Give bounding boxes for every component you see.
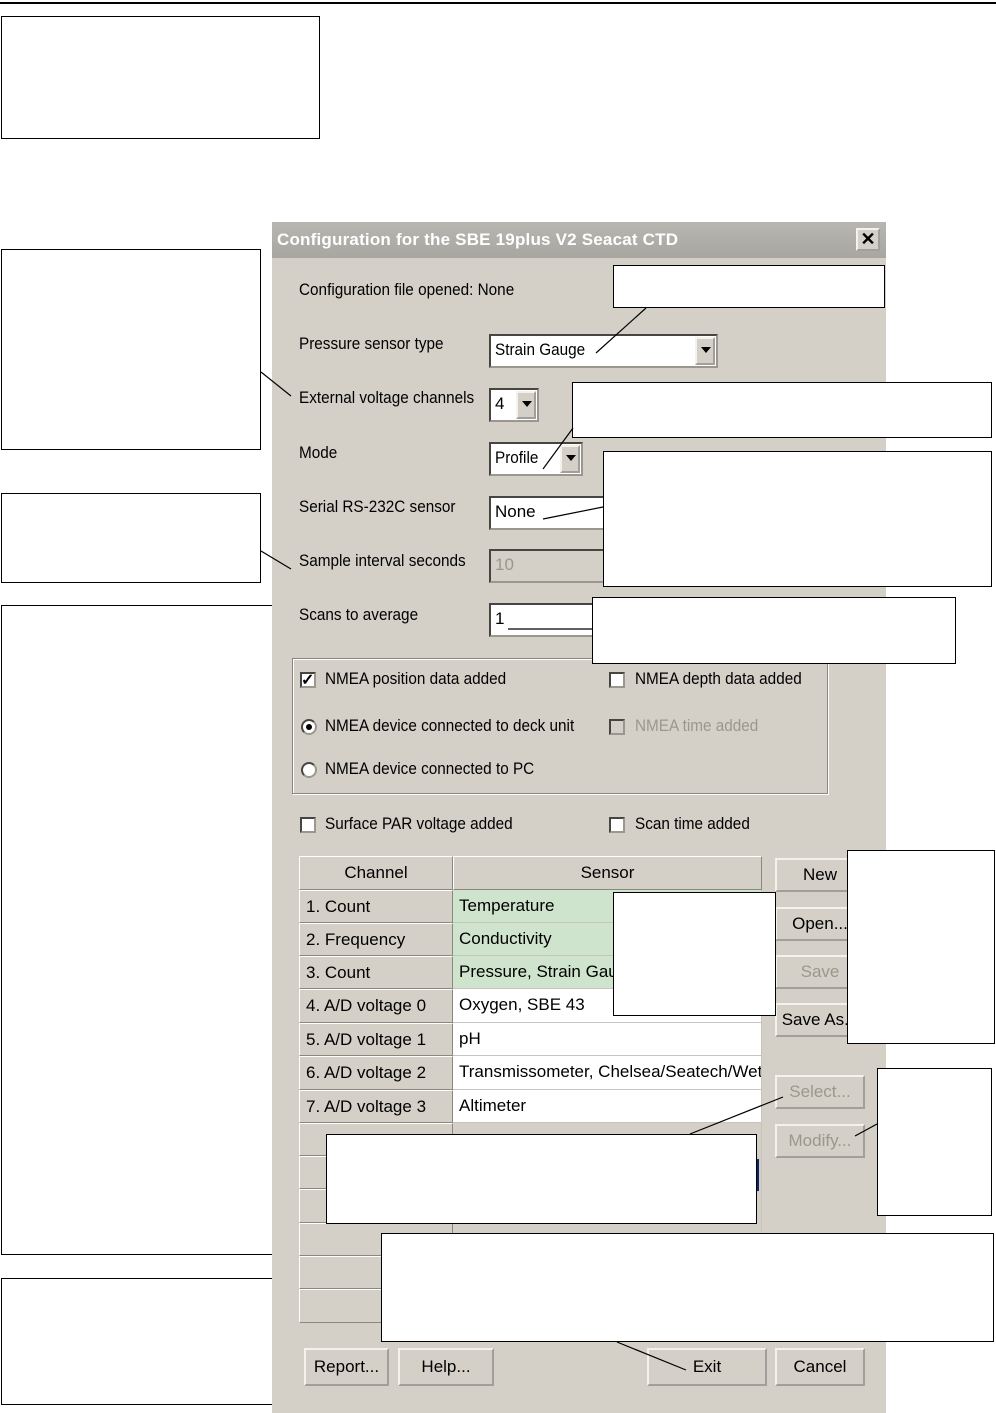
scan-time-checkbox[interactable] xyxy=(609,817,625,833)
nmea-time-label: NMEA time added xyxy=(635,716,759,735)
close-icon[interactable]: ✕ xyxy=(856,228,880,251)
table-row-channel: 7. A/D voltage 3 xyxy=(299,1090,453,1123)
callout-bottom-left xyxy=(1,1278,306,1405)
nmea-depth-checkbox[interactable] xyxy=(609,672,625,688)
nmea-depth-label: NMEA depth data added xyxy=(635,669,802,688)
callout-select xyxy=(326,1134,757,1224)
callout-pressure-sensor xyxy=(613,265,885,308)
mode-select[interactable]: Profile xyxy=(489,442,583,476)
ext-voltage-select[interactable]: 4 xyxy=(489,388,539,422)
callout-ext-voltage xyxy=(1,249,261,450)
mode-value: Profile xyxy=(495,448,539,467)
nmea-deck-radio[interactable] xyxy=(301,719,317,735)
config-file-label: Configuration file opened: None xyxy=(299,280,515,299)
help-button[interactable]: Help... xyxy=(398,1348,494,1386)
table-row-channel: 6. A/D voltage 2 xyxy=(299,1056,453,1090)
callout-mode xyxy=(572,382,992,438)
scans-to-average-input[interactable]: 1 xyxy=(489,603,609,637)
mode-label: Mode xyxy=(299,443,338,462)
callout-scans-to-average xyxy=(592,597,956,664)
cancel-button[interactable]: Cancel xyxy=(775,1348,865,1386)
table-header-channel: Channel xyxy=(299,856,453,890)
callout-exit xyxy=(381,1233,994,1342)
radio-dot-icon xyxy=(306,724,312,730)
checkmark-icon: ✓ xyxy=(301,672,315,689)
exit-button[interactable]: Exit xyxy=(647,1348,767,1386)
nmea-pc-label: NMEA device connected to PC xyxy=(325,759,535,778)
surface-par-label: Surface PAR voltage added xyxy=(325,814,513,833)
scan-time-label: Scan time added xyxy=(635,814,750,833)
surface-par-checkbox[interactable] xyxy=(300,817,316,833)
table-row-sensor[interactable]: pH xyxy=(453,1023,762,1056)
chevron-down-icon[interactable] xyxy=(695,337,715,365)
sample-interval-label: Sample interval seconds xyxy=(299,551,466,570)
callout-file-buttons xyxy=(847,850,995,1044)
select-button[interactable]: Select... xyxy=(775,1075,865,1109)
pressure-sensor-label: Pressure sensor type xyxy=(299,334,444,353)
ext-voltage-label: External voltage channels xyxy=(299,388,475,407)
table-row-channel: 1. Count xyxy=(299,890,453,923)
callout-sample-interval xyxy=(1,493,261,583)
scans-to-average-value: 1 xyxy=(495,609,505,628)
pressure-sensor-value: Strain Gauge xyxy=(495,340,586,359)
table-row-channel: 5. A/D voltage 1 xyxy=(299,1023,453,1056)
table-header-sensor: Sensor xyxy=(453,856,762,890)
report-button[interactable]: Report... xyxy=(304,1348,389,1386)
sample-interval-input[interactable]: 10 xyxy=(489,549,609,583)
nmea-deck-label: NMEA device connected to deck unit xyxy=(325,716,575,735)
callout-serial-sensor xyxy=(603,451,992,587)
table-row-sensor[interactable]: Transmissometer, Chelsea/Seatech/Wetlab xyxy=(453,1056,762,1090)
serial-sensor-select[interactable]: None xyxy=(489,496,609,530)
sample-interval-value: 10 xyxy=(495,555,514,574)
serial-sensor-label: Serial RS-232C sensor xyxy=(299,497,456,516)
table-row-sensor[interactable]: Altimeter xyxy=(453,1090,762,1123)
nmea-time-checkbox[interactable] xyxy=(609,719,625,735)
scans-to-average-label: Scans to average xyxy=(299,605,419,624)
ext-voltage-value: 4 xyxy=(495,394,505,413)
chevron-down-icon[interactable] xyxy=(560,445,580,473)
callout-channel-list xyxy=(1,605,275,1255)
dialog-title: Configuration for the SBE 19plus V2 Seac… xyxy=(277,230,679,249)
nmea-position-checkbox[interactable]: ✓ xyxy=(300,672,316,689)
nmea-position-label: NMEA position data added xyxy=(325,669,507,688)
table-row-channel: 4. A/D voltage 0 xyxy=(299,989,453,1023)
callout-sensor-table xyxy=(613,892,776,1016)
callout-modify xyxy=(877,1068,992,1216)
pressure-sensor-select[interactable]: Strain Gauge xyxy=(489,334,718,368)
modify-button[interactable]: Modify... xyxy=(775,1124,865,1158)
dialog-title-bar: Configuration for the SBE 19plus V2 Seac… xyxy=(272,222,886,258)
table-row-channel: 2. Frequency xyxy=(299,923,453,956)
callout-top-left xyxy=(1,16,320,139)
page-top-rule xyxy=(0,2,996,4)
table-row-channel: 3. Count xyxy=(299,956,453,989)
chevron-down-icon[interactable] xyxy=(516,391,536,419)
nmea-pc-radio[interactable] xyxy=(301,762,317,778)
serial-sensor-value: None xyxy=(495,502,536,521)
